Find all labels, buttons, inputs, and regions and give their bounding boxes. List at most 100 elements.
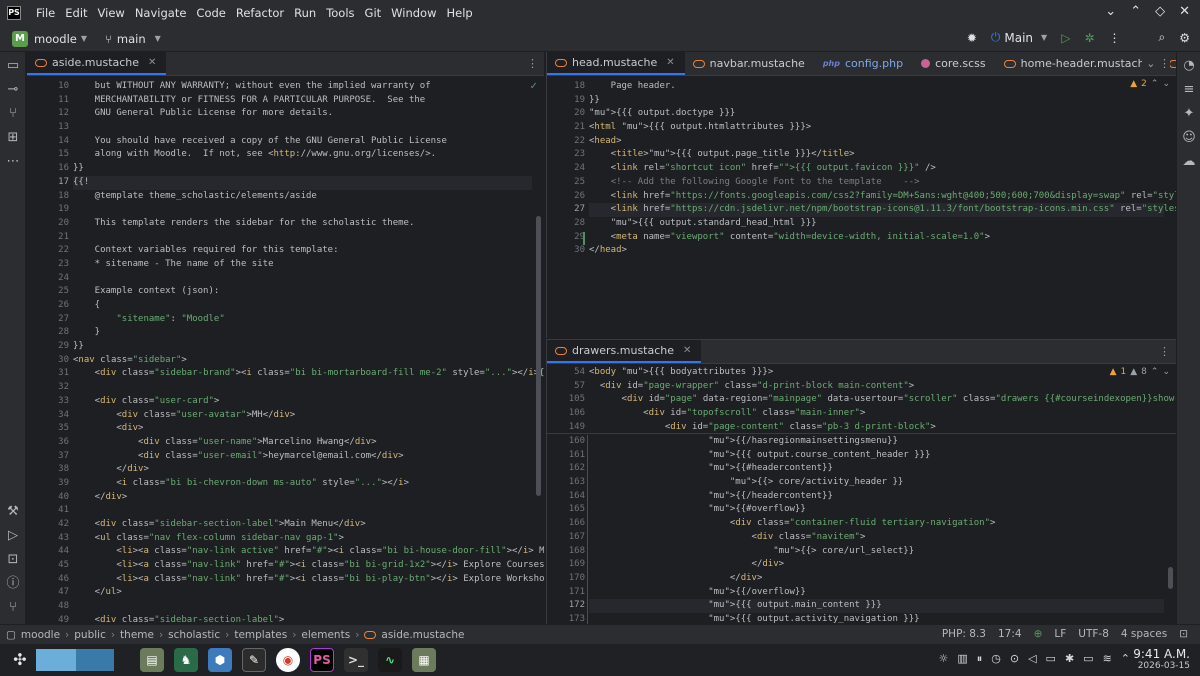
code-line[interactable]: <head> bbox=[589, 135, 1164, 149]
code-line[interactable]: <div> bbox=[73, 422, 532, 436]
chevron-down-icon[interactable]: ⌄ bbox=[1162, 367, 1170, 377]
code-line[interactable]: </div> bbox=[589, 558, 1164, 572]
menu-window[interactable]: Window bbox=[386, 6, 441, 20]
code-line[interactable]: but WITHOUT ANY WARRANTY; without even t… bbox=[73, 80, 532, 94]
menu-code[interactable]: Code bbox=[191, 6, 230, 20]
inspection-widget[interactable]: ▲ 2 ⌃ ⌄ bbox=[1130, 79, 1170, 89]
code-line[interactable]: "mu">{{{ output.main_content }}} bbox=[589, 599, 1164, 613]
maximize-icon[interactable]: ◇ bbox=[1155, 4, 1165, 19]
bug-report-icon[interactable]: ☼ bbox=[938, 652, 948, 666]
tab-home-header-mustache[interactable]: home-header.mustache bbox=[996, 52, 1162, 75]
menu-file[interactable]: File bbox=[31, 6, 60, 20]
breadcrumb-item[interactable]: theme bbox=[120, 629, 154, 641]
code-line[interactable]: "mu">{{> core/url_select}} bbox=[589, 545, 1164, 559]
code-line[interactable]: "mu">{{/hasregionmainsettingsmenu}} bbox=[589, 435, 1164, 449]
code-line[interactable] bbox=[73, 381, 532, 395]
tab-core-scss[interactable]: core.scss bbox=[913, 52, 996, 75]
more-tools-icon[interactable]: ⋯ bbox=[5, 154, 21, 170]
code-line[interactable] bbox=[73, 272, 532, 286]
code-line[interactable]: <div class="user-avatar">MH</div> bbox=[73, 409, 532, 423]
inspection-widget[interactable]: ▲ 1 ▲ 8 ⌃ ⌄ bbox=[1110, 367, 1170, 377]
code-line[interactable]: GNU General Public License for more deta… bbox=[73, 107, 532, 121]
wifi-icon[interactable]: ≋ bbox=[1103, 652, 1112, 666]
code-line[interactable]: "mu">{{#headercontent}} bbox=[589, 462, 1164, 476]
code-line[interactable]: Page header. bbox=[589, 80, 1164, 94]
code-line[interactable]: * sitename - The name of the site bbox=[73, 258, 532, 272]
run-play-icon[interactable]: ▷ bbox=[1061, 31, 1070, 45]
code-line[interactable]: </div> bbox=[73, 491, 532, 505]
breadcrumb-item[interactable]: aside.mustache bbox=[381, 629, 464, 641]
system-monitor-icon[interactable]: ∿ bbox=[378, 648, 402, 672]
chevron-down-icon[interactable]: ⌄ bbox=[1162, 79, 1170, 89]
code-line[interactable]: <div class="container-fluid tertiary-nav… bbox=[589, 517, 1164, 531]
code-line[interactable]: "mu">{{{ output.standard_head_html }}} bbox=[589, 217, 1164, 231]
code-line[interactable]: <div class="sidebar-section-label"> bbox=[73, 614, 532, 624]
chevron-up-icon[interactable]: ⌃ bbox=[1130, 4, 1141, 19]
code-line[interactable]: }} bbox=[73, 162, 532, 176]
code-line[interactable]: <link href="https://cdn.jsdelivr.net/npm… bbox=[589, 203, 1176, 217]
code-line[interactable]: <li><a class="nav-link" href="#"><i clas… bbox=[73, 573, 544, 587]
debug-icon[interactable]: ✲ bbox=[1084, 31, 1094, 45]
code-line[interactable]: <link rel="shortcut icon" href="">{{{ ou… bbox=[589, 162, 1164, 176]
remote-host-icon[interactable]: ☁ bbox=[1181, 154, 1197, 170]
code-line[interactable]: <div id="page-wrapper" class="d-print-bl… bbox=[589, 380, 1164, 394]
ai-assistant-icon[interactable]: ✦ bbox=[1181, 106, 1197, 122]
file-encoding[interactable]: UTF-8 bbox=[1078, 628, 1109, 640]
tab-aside-mustache[interactable]: aside.mustache ✕ bbox=[27, 52, 167, 75]
code-line[interactable]: <div class="user-name">Marcelino Hwang</… bbox=[73, 436, 532, 450]
notifications-bell-icon[interactable]: ◔ bbox=[1181, 58, 1197, 74]
editor-body[interactable]: 18 19 20 21 22 23 24 25 26 27 28 29 30 Page header.}… bbox=[547, 76, 1176, 338]
code-line[interactable]: <body "mu">{{{ bodyattributes }}}> bbox=[589, 366, 1164, 380]
timer-icon[interactable]: ◷ bbox=[991, 652, 1001, 666]
run-config-selector[interactable]: ⏻ Main ▼ bbox=[991, 30, 1047, 45]
archive-manager-icon[interactable]: ▤ bbox=[140, 648, 164, 672]
code-line[interactable]: {{! bbox=[73, 175, 532, 190]
code-line[interactable]: <div class="user-email">heymarcel@email.… bbox=[73, 450, 532, 464]
taskbar-clock[interactable]: 9:41 A.M. 2026-03-15 bbox=[1133, 647, 1190, 671]
copilot-icon[interactable]: ☺ bbox=[1181, 130, 1197, 146]
code-line[interactable] bbox=[73, 203, 532, 217]
debug-bug-icon[interactable]: ✹ bbox=[967, 31, 977, 45]
more-options-icon[interactable]: ⋮ bbox=[1159, 345, 1170, 358]
code-line[interactable]: along with Moodle. If not, see <http://w… bbox=[73, 148, 532, 162]
bluetooth-icon[interactable]: ✱ bbox=[1065, 652, 1074, 666]
menu-help[interactable]: Help bbox=[442, 6, 478, 20]
close-icon[interactable]: ✕ bbox=[683, 345, 691, 356]
git-icon[interactable]: ⑂ bbox=[5, 600, 21, 616]
cursor-position[interactable]: 17:4 bbox=[998, 628, 1022, 640]
phpstorm-app-icon[interactable]: PS bbox=[310, 648, 334, 672]
code-line[interactable]: "sitename": "Moodle" bbox=[73, 313, 532, 327]
php-version[interactable]: PHP: 8.3 bbox=[942, 628, 986, 640]
code-line[interactable]: <div class="user-card"> bbox=[73, 395, 532, 409]
close-icon[interactable]: ✕ bbox=[1179, 4, 1190, 19]
media-pause-icon[interactable]: ⏸ bbox=[977, 652, 983, 666]
branch-selector[interactable]: ⑂ main ▼ bbox=[105, 32, 161, 46]
code-area[interactable]: but WITHOUT ANY WARRANTY; without even t… bbox=[73, 80, 544, 624]
tab-drawers-mustache[interactable]: drawers.mustache ✕ bbox=[547, 340, 702, 363]
lock-icon[interactable]: ⊡ bbox=[1179, 628, 1188, 640]
line-separator[interactable]: LF bbox=[1054, 628, 1066, 640]
code-line[interactable]: <div id="topofscroll" class="main-inner"… bbox=[589, 407, 1164, 421]
editor-body[interactable]: 160 161 162 163 164 165 166 167 168 169 170 171 172 1… bbox=[547, 435, 1176, 624]
project-name[interactable]: moodle bbox=[34, 32, 77, 46]
breadcrumb-item[interactable]: public bbox=[74, 629, 106, 641]
folder-project-icon[interactable]: ▭ bbox=[5, 58, 21, 74]
breadcrumb-item[interactable]: elements bbox=[301, 629, 350, 641]
code-line[interactable]: "mu">{{/headercontent}} bbox=[589, 490, 1164, 504]
editor-body[interactable]: 10 11 12 13 14 15 16 17 18 19 20 21 22 23 24 25 26 27 28 29… bbox=[27, 76, 544, 624]
code-area[interactable]: Page header.}} "mu">{{{ output.doctype }}… bbox=[589, 80, 1176, 258]
workspace-switcher[interactable] bbox=[36, 649, 114, 671]
android-debug-icon[interactable]: ♞ bbox=[174, 648, 198, 672]
files-app-icon[interactable]: ▦ bbox=[412, 648, 436, 672]
menu-run[interactable]: Run bbox=[289, 6, 321, 20]
tab-navbar-mustache[interactable]: navbar.mustache bbox=[685, 52, 815, 75]
project-badge[interactable]: M bbox=[12, 30, 28, 47]
tab-head-mustache[interactable]: head.mustache ✕ bbox=[547, 52, 685, 75]
code-line[interactable] bbox=[73, 504, 532, 518]
breadcrumb-item[interactable]: templates bbox=[234, 629, 287, 641]
chevron-down-icon[interactable]: ⌄ bbox=[1105, 4, 1116, 19]
code-line[interactable]: "mu">{{{ output.doctype }}} bbox=[589, 107, 1164, 121]
code-line[interactable]: <div class="sidebar-brand"><i class="bi … bbox=[73, 367, 544, 381]
location-icon[interactable]: ⊙ bbox=[1010, 652, 1019, 666]
settings-gear-icon[interactable]: ⚙ bbox=[1179, 31, 1190, 45]
